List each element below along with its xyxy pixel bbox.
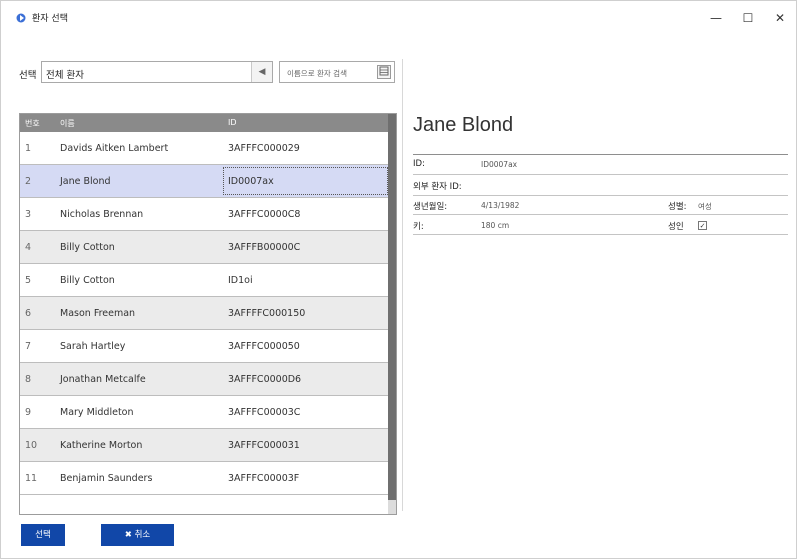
sex-label: 성별: [668,202,687,212]
patient-grid: 번호 이름 ID 1 Davids Aitken Lambert 3AFFFC0… [19,113,397,515]
patient-filter-dropdown[interactable]: 전체 환자 ◀ [41,61,273,83]
row-name: Jane Blond [60,176,111,187]
dob-label: 생년월일: [413,202,448,212]
row-number: 10 [25,440,38,451]
table-row[interactable]: 8 Jonathan Metcalfe 3AFFFC0000D6 [20,363,388,396]
row-name: Sarah Hartley [60,341,126,352]
select-button[interactable]: 선택 [21,524,65,546]
row-number: 4 [25,242,32,253]
row-id: 3AFFFFC000150 [228,308,306,319]
row-name: Davids Aitken Lambert [60,143,169,154]
detail-divider [413,195,788,196]
row-id: 3AFFFC00003F [228,473,300,484]
patient-name-heading: Jane Blond [413,114,514,136]
grid-scrollbar[interactable] [388,114,396,514]
height-label: 키: [413,222,424,232]
id-value: ID0007ax [481,160,518,169]
panel-divider [402,59,403,511]
row-number: 3 [25,209,32,220]
table-row[interactable]: 5 Billy Cotton ID1oi [20,264,388,297]
search-placeholder: 이름으로 환자 검색 [287,69,347,78]
row-id: 3AFFFC0000D6 [228,374,302,385]
search-icon[interactable] [377,65,391,79]
row-id: ID0007ax [228,176,274,187]
row-id: 3AFFFC000031 [228,440,300,451]
row-number: 6 [25,308,32,319]
scrollbar-track[interactable] [388,500,396,514]
patient-select-window: 환자 선택 — ☐ ✕ 선택 전체 환자 ◀ 이름으로 환자 검색 번호 이름 … [0,0,797,559]
window-title: 환자 선택 [32,14,68,24]
row-number: 7 [25,341,32,352]
table-row-selected[interactable]: 2 Jane Blond ID0007ax [20,165,388,198]
table-row[interactable]: 3 Nicholas Brennan 3AFFFC0000C8 [20,198,388,231]
row-name: Billy Cotton [60,242,115,253]
filter-value: 전체 환자 [46,70,84,81]
grid-header: 번호 이름 ID [20,114,388,132]
row-number: 5 [25,275,32,286]
row-name: Jonathan Metcalfe [60,374,146,385]
row-number: 9 [25,407,32,418]
row-name: Mason Freeman [60,308,136,319]
filter-label: 선택 [19,70,37,81]
header-id[interactable]: ID [228,118,237,127]
dob-value: 4/13/1982 [481,201,520,210]
sex-value: 여성 [698,202,712,211]
adult-checkbox[interactable]: ✓ [698,221,707,230]
table-row[interactable]: 6 Mason Freeman 3AFFFFC000150 [20,297,388,330]
id-label: ID: [413,159,425,169]
row-id: 3AFFFB00000C [228,242,301,253]
title-bar: 환자 선택 — ☐ ✕ [1,1,796,35]
table-row[interactable]: 9 Mary Middleton 3AFFFC00003C [20,396,388,429]
row-name: Billy Cotton [60,275,115,286]
row-number: 2 [25,176,32,187]
search-grid-icon [379,66,389,76]
row-name: Mary Middleton [60,407,134,418]
detail-divider [413,174,788,175]
external-id-label: 외부 환자 ID: [413,182,462,192]
header-name[interactable]: 이름 [60,118,75,129]
table-row[interactable]: 11 Benjamin Saunders 3AFFFC00003F [20,462,388,495]
table-row[interactable]: 4 Billy Cotton 3AFFFB00000C [20,231,388,264]
row-number: 1 [25,143,32,154]
app-logo-icon [16,13,26,23]
detail-divider [413,214,788,215]
patient-search-input[interactable]: 이름으로 환자 검색 [279,61,395,83]
cancel-button[interactable]: ✖ 취소 [101,524,174,546]
height-value: 180 cm [481,221,510,230]
table-row[interactable]: 1 Davids Aitken Lambert 3AFFFC000029 [20,132,388,165]
row-number: 8 [25,374,32,385]
row-name: Katherine Morton [60,440,143,451]
adult-label: 성인 [668,222,684,232]
detail-divider [413,234,788,235]
header-num[interactable]: 번호 [25,118,40,129]
row-id: 3AFFFC0000C8 [228,209,301,220]
table-row[interactable]: 7 Sarah Hartley 3AFFFC000050 [20,330,388,363]
dropdown-arrow-icon[interactable]: ◀ [251,62,272,82]
row-id: 3AFFFC00003C [228,407,301,418]
row-id: 3AFFFC000050 [228,341,300,352]
close-button[interactable]: ✕ [760,5,797,31]
row-name: Benjamin Saunders [60,473,153,484]
table-row[interactable]: 10 Katherine Morton 3AFFFC000031 [20,429,388,462]
row-id: 3AFFFC000029 [228,143,300,154]
row-name: Nicholas Brennan [60,209,144,220]
detail-divider [413,154,788,155]
row-id: ID1oi [228,275,253,286]
row-number: 11 [25,473,38,484]
